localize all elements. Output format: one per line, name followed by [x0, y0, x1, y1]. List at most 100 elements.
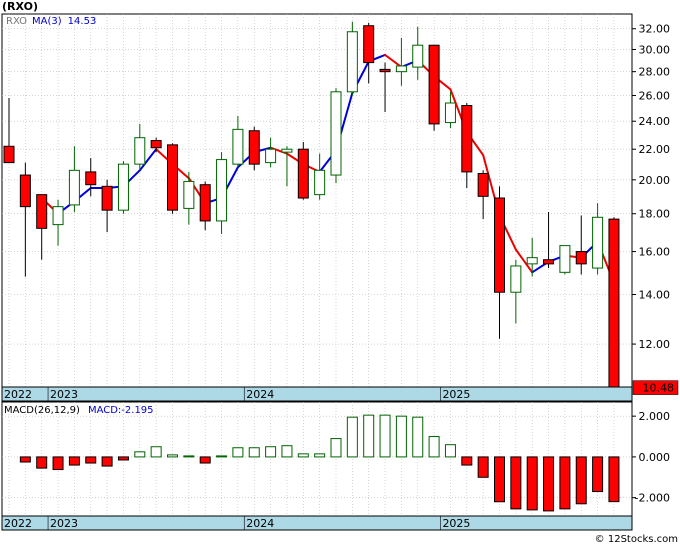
macd-bar	[167, 454, 178, 458]
macd-bar	[101, 456, 113, 467]
candle-body	[52, 206, 64, 226]
candle-body	[150, 140, 162, 149]
candle-body	[281, 148, 293, 153]
price-y-tick-label: 30.00	[639, 43, 671, 56]
candle-body	[494, 197, 505, 293]
candle-body	[101, 185, 113, 211]
macd-bar	[412, 416, 424, 458]
candle-body	[297, 148, 309, 199]
candle-body	[346, 31, 358, 93]
candle-body	[167, 144, 178, 211]
candle-body	[19, 174, 31, 208]
macd-bar	[444, 444, 456, 458]
watermark: © 12Stocks.com	[595, 534, 678, 545]
macd-bar	[428, 436, 440, 458]
price-y-tick-label: 14.00	[639, 289, 671, 302]
price-y-tick-label: 28.00	[639, 66, 671, 79]
macd-legend-label: MACD(26,12,9)	[4, 405, 80, 416]
macd-bar	[346, 416, 358, 458]
legend-ma-label: MA(3)	[32, 16, 62, 27]
macd-bar	[265, 446, 277, 458]
candle-body	[36, 194, 48, 229]
macd-bar	[134, 451, 146, 458]
price-y-tick-label: 20.00	[639, 174, 671, 187]
price-x-tick-label: 2022	[4, 388, 32, 401]
candle-body	[248, 130, 260, 165]
macd-x-axis-band	[1, 515, 633, 531]
macd-bar	[36, 456, 48, 469]
candle-body	[412, 44, 424, 68]
candle-body	[592, 216, 604, 269]
stock-chart: (RXO) © 12Stocks.com 12.00 14.00 16.00 18.0…	[0, 0, 680, 546]
macd-bar	[19, 456, 31, 463]
price-y-tick-label: 16.00	[639, 246, 671, 259]
candle-body	[68, 169, 80, 206]
candle-body	[510, 265, 522, 293]
macd-bar	[52, 456, 64, 471]
candle-body	[330, 91, 342, 176]
candle-body	[3, 145, 15, 164]
candle-body	[461, 105, 473, 173]
price-y-tick-label: 22.00	[639, 143, 671, 156]
candle-body	[183, 180, 195, 209]
price-x-axis-band	[1, 386, 633, 402]
candle-body	[543, 259, 555, 265]
macd-bar	[216, 455, 228, 458]
macd-bar	[526, 456, 538, 511]
price-y-tick-label: 32.00	[639, 23, 671, 36]
macd-bar	[232, 447, 244, 458]
candle-body	[134, 137, 146, 165]
macd-bar	[314, 453, 326, 458]
price-x-tick-label: 2023	[50, 388, 78, 401]
macd-bar	[510, 456, 522, 510]
candle-body	[428, 44, 440, 125]
macd-x-tick-label: 2025	[442, 517, 470, 530]
macd-bar	[297, 453, 309, 458]
macd-bar	[183, 455, 195, 458]
price-y-tick-label: 24.00	[639, 115, 671, 128]
candle-body	[265, 148, 277, 164]
candle-body	[117, 163, 129, 211]
macd-bar	[150, 446, 162, 458]
macd-bar	[85, 456, 97, 464]
price-y-tick-label: 12.00	[639, 338, 671, 351]
candle-body	[232, 128, 244, 165]
price-x-tick-label: 2025	[442, 388, 470, 401]
macd-legend: MACD(26,12,9) MACD:-2.195	[4, 405, 154, 416]
candle-body	[199, 184, 211, 222]
candle-body	[216, 159, 228, 222]
candle-body	[477, 172, 489, 197]
macd-bar	[248, 447, 260, 458]
macd-x-tick-label: 2023	[50, 517, 78, 530]
candle-body	[575, 251, 587, 265]
price-x-tick-label: 2024	[246, 388, 274, 401]
price-y-tick-label: 26.00	[639, 89, 671, 102]
macd-bar	[575, 456, 587, 505]
macd-bar	[68, 456, 80, 466]
macd-legend-value: MACD:-2.195	[88, 405, 154, 416]
macd-y-tick-label: 2.000	[639, 410, 671, 423]
macd-y-tick-label: -2.000	[635, 492, 670, 505]
candle-body	[379, 68, 391, 73]
macd-bar	[281, 445, 293, 458]
macd-bar	[477, 456, 489, 478]
macd-bar	[199, 456, 211, 464]
macd-bar	[363, 414, 375, 458]
macd-bar	[494, 456, 505, 503]
candle-body	[526, 257, 538, 265]
macd-bar	[330, 438, 342, 458]
macd-x-tick-label: 2024	[246, 517, 274, 530]
macd-bar	[461, 456, 473, 466]
candle-body	[363, 25, 375, 64]
candle-body	[608, 218, 620, 389]
macd-bar	[395, 415, 407, 458]
macd-y-tick-label: 0.000	[639, 451, 671, 464]
legend-ticker: RXO	[6, 16, 27, 27]
legend-ma-value: 14.53	[68, 16, 97, 27]
macd-bar	[543, 456, 555, 512]
macd-bar	[559, 456, 571, 510]
price-legend: RXO MA(3) 14.53	[6, 16, 96, 27]
price-y-tick-label: 18.00	[639, 208, 671, 221]
price-panel-frame	[1, 13, 633, 388]
candle-body	[314, 169, 326, 196]
